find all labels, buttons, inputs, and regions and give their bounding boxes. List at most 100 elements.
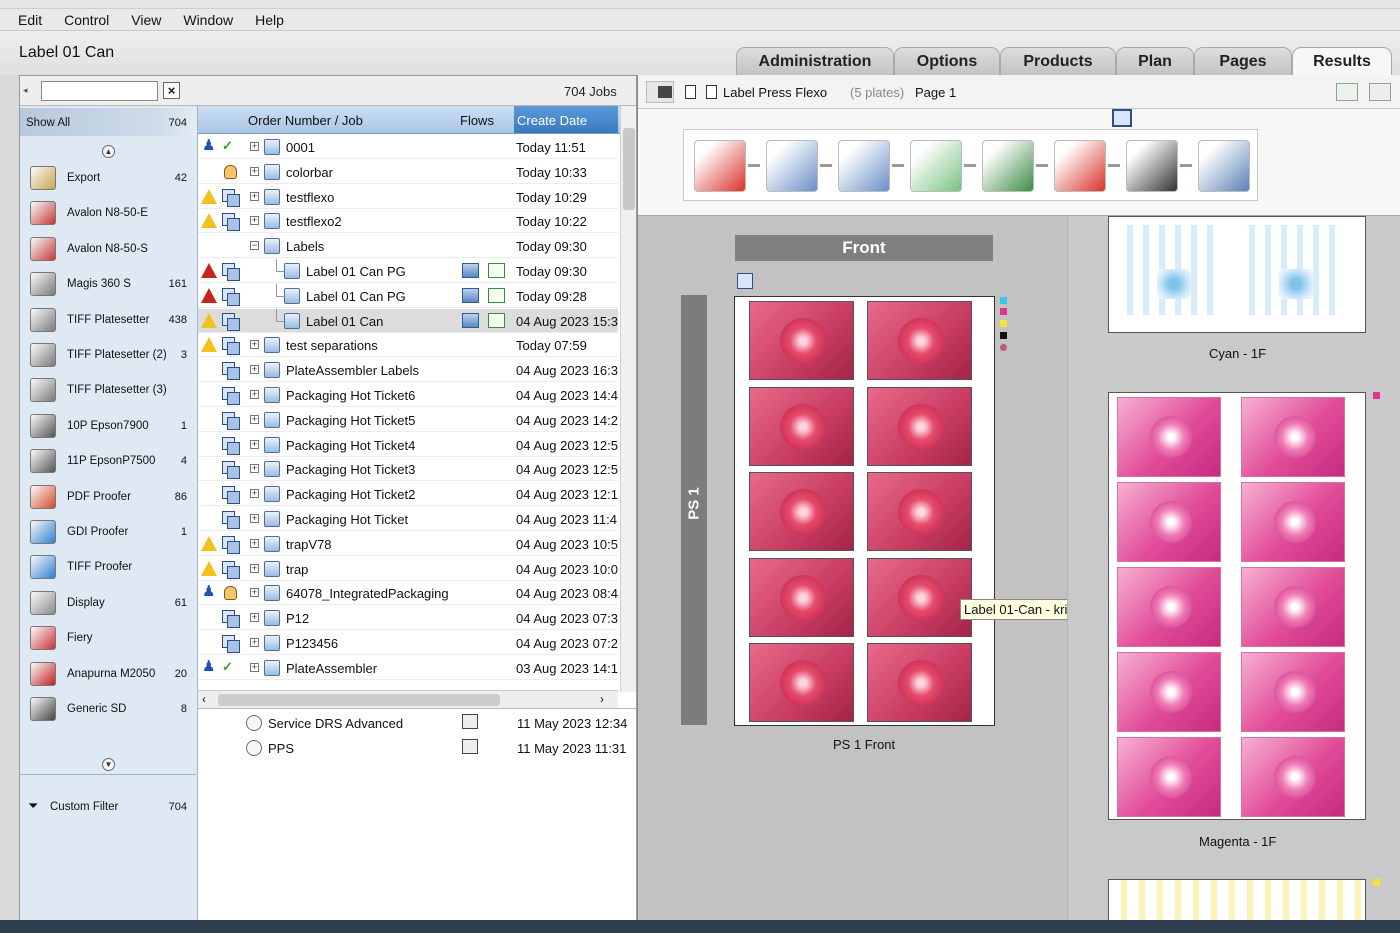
plate-preview[interactable] (734, 296, 995, 726)
column-order-number[interactable]: Order Number / Job (248, 113, 363, 128)
flow-press-icon[interactable] (462, 263, 479, 278)
table-row[interactable]: ♟ +64078_IntegratedPackaging 04 Aug 2023 0… (198, 581, 618, 606)
expand-toggle-icon[interactable]: + (250, 613, 259, 623)
expand-toggle-icon[interactable]: + (250, 414, 259, 424)
table-row[interactable]: + testflexo2 Today 10:22 (198, 209, 618, 234)
service-row[interactable]: Service DRS Advanced 11 May 2023 12:34 (198, 711, 636, 736)
filter-item[interactable]: Avalon N8-50-S (20, 232, 196, 267)
layout-icon[interactable] (910, 140, 962, 192)
separation-yellow[interactable] (1108, 879, 1366, 922)
vertical-scrollbar[interactable] (620, 106, 636, 692)
expand-toggle-icon[interactable]: + (250, 390, 259, 399)
tab-plan[interactable]: Plan (1116, 47, 1194, 75)
trapping-icon[interactable] (1054, 140, 1106, 192)
expand-toggle-icon[interactable]: + (250, 216, 259, 226)
menu-help[interactable]: Help (244, 9, 295, 28)
menu-control[interactable]: Control (53, 9, 120, 28)
clear-search-button[interactable]: × (163, 82, 180, 99)
flow-edit-icon[interactable] (488, 263, 505, 278)
table-row[interactable]: + Packaging Hot Ticket4 04 Aug 2023 12:5 (198, 433, 618, 457)
separation-magenta[interactable] (1108, 392, 1366, 820)
table-row[interactable]: + testflexo Today 10:29 (198, 185, 618, 209)
expand-toggle-icon[interactable]: + (250, 340, 259, 350)
expand-toggle-icon[interactable]: + (250, 365, 259, 375)
flow-edit-icon[interactable] (488, 287, 505, 303)
filter-item[interactable]: 10P Epson7900 1 (20, 409, 196, 444)
expand-toggle-icon[interactable]: − (250, 241, 259, 251)
output-icon[interactable] (1198, 140, 1250, 192)
table-row[interactable]: ♟ ✓ +0001 Today 11:51 (198, 135, 618, 159)
view-mode-icon[interactable] (1369, 83, 1391, 101)
tab-options[interactable]: Options (894, 47, 1000, 75)
table-row[interactable]: − Labels Today 09:30 (198, 234, 618, 259)
table-row[interactable]: + trapV78 04 Aug 2023 10:5 (198, 532, 618, 556)
filter-custom[interactable]: ⏷ Custom Filter 704 (20, 790, 196, 825)
pdf-input-icon[interactable] (694, 140, 746, 192)
filter-item[interactable]: Magis 360 S 161 (20, 267, 196, 302)
filter-item[interactable]: Avalon N8-50-E (20, 196, 196, 231)
filter-item[interactable]: Display 61 (20, 586, 196, 621)
table-row[interactable]: + test separations Today 07:59 (198, 333, 618, 358)
expand-toggle-icon[interactable]: + (250, 538, 259, 548)
table-row[interactable]: + Packaging Hot Ticket 04 Aug 2023 11:4 (198, 507, 618, 531)
filter-item[interactable]: Fiery (20, 621, 196, 656)
expand-toggle-icon[interactable]: + (250, 638, 259, 647)
horizontal-scrollbar[interactable]: ‹ › (198, 690, 618, 708)
table-row[interactable]: + Packaging Hot Ticket2 04 Aug 2023 12:1 (198, 482, 618, 507)
scroll-right-icon[interactable]: › (600, 692, 604, 706)
filter-item[interactable]: 11P EpsonP7500 4 (20, 444, 196, 479)
expand-toggle-icon[interactable]: + (250, 662, 259, 672)
menu-view[interactable]: View (120, 9, 172, 28)
expand-toggle-icon[interactable]: + (250, 166, 259, 176)
filter-item[interactable]: PDF Proofer 86 (20, 480, 196, 515)
scroll-thumb[interactable] (623, 128, 635, 210)
table-row[interactable]: + P123456 04 Aug 2023 07:2 (198, 631, 618, 655)
flow-edit-icon[interactable] (488, 312, 505, 328)
expand-toggle-icon[interactable]: + (250, 191, 259, 201)
table-row[interactable]: + Packaging Hot Ticket6 04 Aug 2023 14:4 (198, 383, 618, 407)
expand-toggle-icon[interactable]: + (250, 489, 259, 499)
table-row[interactable]: + colorbar Today 10:33 (198, 160, 618, 184)
table-row[interactable]: + PlateAssembler Labels 04 Aug 2023 16:3 (198, 358, 618, 383)
scroll-up-icon[interactable]: ▲ (102, 145, 115, 158)
filter-item[interactable]: Export 42 (20, 161, 196, 196)
tab-products[interactable]: Products (1000, 47, 1116, 75)
filter-item[interactable]: GDI Proofer 1 (20, 515, 196, 550)
filter-item[interactable]: TIFF Platesetter 438 (20, 303, 196, 338)
table-row[interactable]: Label 01 Can 04 Aug 2023 15:3 (198, 308, 618, 333)
expand-toggle-icon[interactable]: + (250, 142, 259, 151)
zoom-fit-icon[interactable] (1336, 83, 1358, 101)
column-flows[interactable]: Flows (460, 113, 494, 128)
menu-edit[interactable]: Edit (0, 9, 53, 28)
tab-results[interactable]: Results (1292, 47, 1392, 77)
service-row[interactable]: PPS 11 May 2023 11:31 (198, 736, 636, 761)
filter-item[interactable]: Generic SD 8 (20, 692, 196, 727)
scroll-thumb[interactable] (218, 694, 500, 706)
table-row[interactable]: Label 01 Can PG Today 09:30 (198, 259, 618, 283)
scroll-down-icon[interactable]: ▼ (102, 758, 115, 771)
expand-toggle-icon[interactable]: + (250, 563, 259, 573)
collapse-arrow-icon[interactable]: ◂ (23, 85, 28, 96)
render-icon[interactable] (1126, 140, 1178, 192)
table-row[interactable]: + trap 04 Aug 2023 10:0 (198, 557, 618, 581)
page-icon[interactable] (685, 85, 696, 99)
table-row[interactable]: Label 01 Can PG Today 09:28 (198, 283, 618, 308)
table-row[interactable]: + Packaging Hot Ticket5 04 Aug 2023 14:2 (198, 408, 618, 432)
imposition-icon[interactable] (766, 140, 818, 192)
filter-item[interactable]: TIFF Platesetter (3) (20, 373, 196, 408)
table-row[interactable]: + P12 04 Aug 2023 07:3 (198, 606, 618, 631)
imposition-ap-icon[interactable] (838, 140, 890, 192)
column-create-date[interactable]: Create Date (514, 106, 618, 133)
expand-toggle-icon[interactable]: + (250, 514, 259, 523)
flow-press-icon[interactable] (462, 312, 479, 328)
table-row[interactable]: + Packaging Hot Ticket3 04 Aug 2023 12:5 (198, 457, 618, 482)
expand-toggle-icon[interactable]: + (250, 464, 259, 474)
filter-show-all[interactable]: Show All 704 (20, 108, 196, 136)
separation-cyan[interactable] (1108, 216, 1366, 333)
filter-item[interactable]: Anapurna M2050 20 (20, 657, 196, 692)
expand-toggle-icon[interactable]: + (250, 439, 259, 449)
filter-item[interactable]: TIFF Proofer (20, 550, 196, 585)
menu-window[interactable]: Window (172, 9, 244, 28)
table-row[interactable]: ♟ ✓ + PlateAssembler 03 Aug 2023 14:1 (198, 656, 618, 680)
expand-toggle-icon[interactable]: + (250, 588, 259, 598)
